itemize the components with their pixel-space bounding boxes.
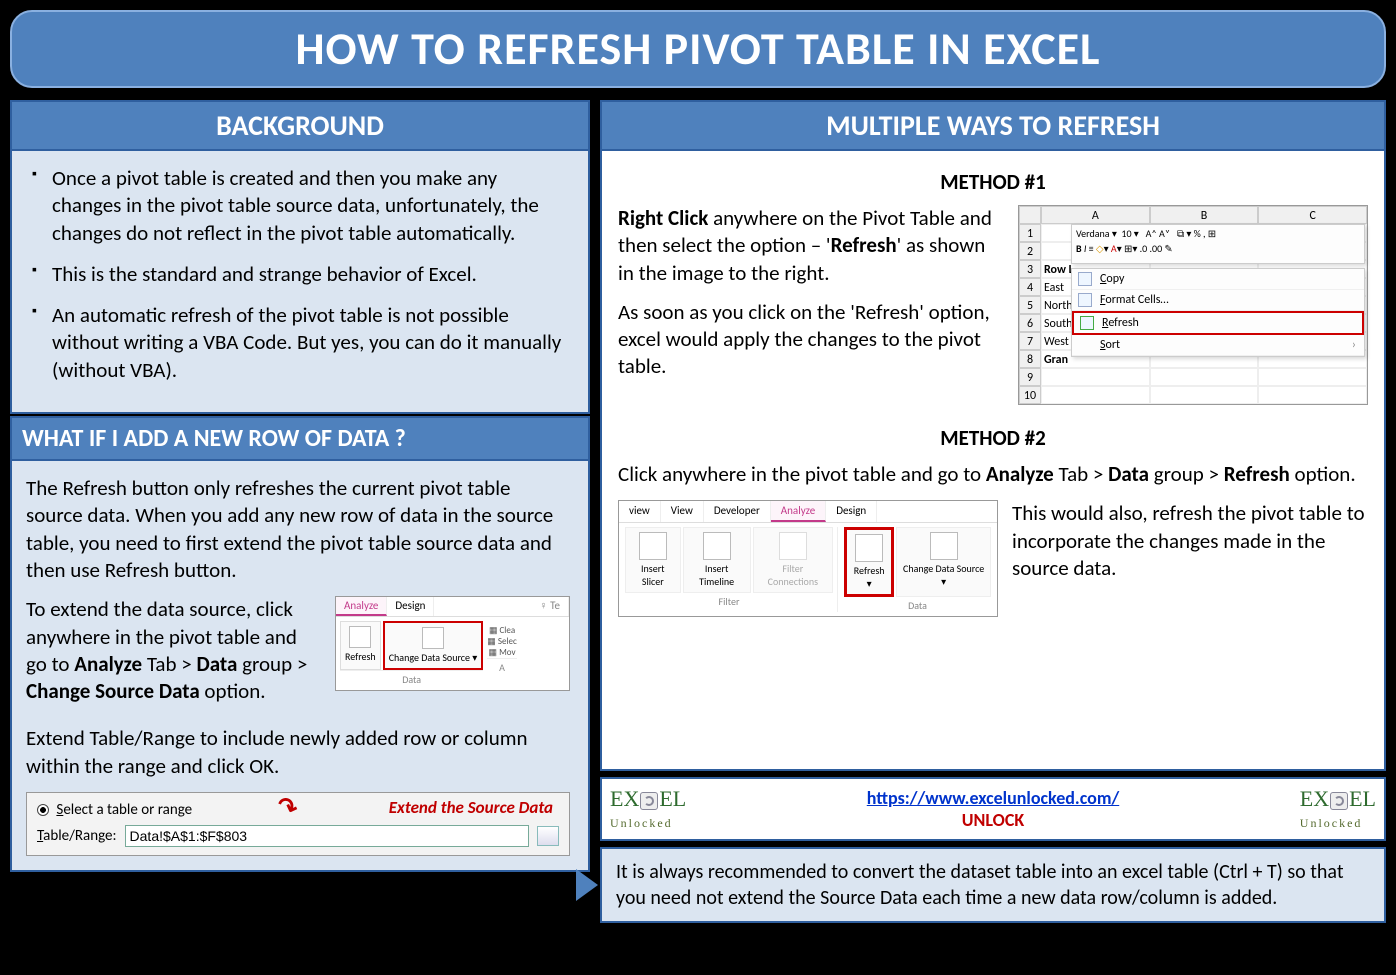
table-range-label: Table/Range:: [37, 827, 117, 845]
bg-bullet-1: Once a pivot table is created and then y…: [26, 165, 570, 247]
ribbon-tab-analyze[interactable]: Analyze: [336, 597, 387, 616]
method2-label: METHOD #2: [618, 425, 1368, 451]
bg-bullet-2: This is the standard and strange behavio…: [26, 261, 570, 288]
branding-row: EXELUnlocked https://www.excelunlocked.c…: [600, 777, 1386, 841]
mini-toolbar[interactable]: Verdana ▾ 10 ▾ A˄ A˅ ⧉ ▾ % , ⊞ B I ≡ ◇▾ …: [1071, 224, 1365, 264]
slicer-icon: [639, 532, 667, 560]
brand-logo-right: EXELUnlocked: [1300, 789, 1376, 830]
ctx-copy[interactable]: Copy: [1072, 269, 1364, 290]
range-picker-icon[interactable]: [537, 826, 559, 846]
multiple-ways-heading: MULTIPLE WAYS TO REFRESH: [600, 100, 1386, 151]
ctx-refresh[interactable]: Refresh: [1072, 311, 1364, 335]
change-data-source-button[interactable]: Change Data Source ▾: [896, 527, 991, 597]
method1-label: METHOD #1: [618, 169, 1368, 195]
ribbon-group-actions-label: A: [487, 658, 517, 674]
filter-connections-icon: [779, 532, 807, 560]
context-menu: Copy Format Cells… Refresh Sort: [1071, 268, 1365, 357]
background-panel: Once a pivot table is created and then y…: [10, 151, 590, 414]
tip-arrow-icon: [576, 869, 598, 901]
brand-logo-left: EXELUnlocked: [610, 789, 686, 830]
page: HOW TO REFRESH PIVOT TABLE IN EXCEL BACK…: [0, 0, 1396, 975]
insert-slicer-button[interactable]: Insert Slicer: [625, 527, 681, 593]
select-range-label: elect a table or range: [63, 801, 192, 819]
brand-url-link[interactable]: https://www.excelunlocked.com/: [867, 787, 1119, 809]
background-heading: BACKGROUND: [10, 100, 590, 151]
refresh-icon: [1080, 316, 1094, 330]
page-title: HOW TO REFRESH PIVOT TABLE IN EXCEL: [295, 21, 1100, 77]
ribbon-change-data-source-button[interactable]: Change Data Source ▾: [383, 621, 484, 670]
change-data-source-screenshot: Analyze Design ♀ Te Refresh Change Data …: [335, 596, 570, 691]
left-column: BACKGROUND Once a pivot table is created…: [10, 100, 590, 965]
ribbon-tab-design[interactable]: Design: [826, 501, 877, 522]
ctx-format-cells[interactable]: Format Cells…: [1072, 290, 1364, 311]
m2-para-1: Click anywhere in the pivot table and go…: [618, 461, 1368, 488]
select-range-dialog: ↷ Extend the Source Data Select a table …: [26, 792, 570, 856]
ribbon-tab-analyze[interactable]: Analyze: [771, 501, 826, 522]
change-data-source-icon: [930, 532, 958, 560]
ribbon-refresh-button[interactable]: Refresh: [340, 621, 381, 670]
ribbon-tab-review[interactable]: view: [619, 501, 661, 522]
change-data-source-icon: [422, 627, 444, 649]
ribbon-group-filter-label: Filter: [719, 595, 740, 608]
method1-screenshot: A B C 12345678910 Row L East5023098: [1018, 205, 1368, 405]
m2-para-2: This would also, refresh the pivot table…: [1012, 500, 1368, 582]
title-bar: HOW TO REFRESH PIVOT TABLE IN EXCEL: [10, 10, 1386, 88]
refresh-icon: [855, 534, 883, 562]
tip-text: It is always recommended to convert the …: [616, 860, 1344, 910]
annotation-text: Extend the Source Data: [389, 797, 553, 818]
lock-icon: [640, 792, 658, 810]
copy-icon: [1078, 272, 1092, 286]
ctx-sort[interactable]: Sort: [1072, 335, 1364, 356]
refresh-button[interactable]: Refresh ▾: [844, 527, 894, 597]
ribbon-group-data-label: Data: [908, 599, 927, 612]
new-row-panel: The Refresh button only refreshes the cu…: [10, 461, 590, 872]
lock-icon: [1330, 792, 1348, 810]
m1-para-1: Right Click anywhere on the Pivot Table …: [618, 205, 1004, 287]
col-header-b[interactable]: B: [1150, 206, 1259, 224]
ribbon-tab-view[interactable]: View: [661, 501, 704, 522]
brand-unlock-text: UNLOCK: [962, 809, 1024, 831]
annotation-arrow: ↷: [273, 790, 302, 824]
refresh-icon: [349, 626, 371, 648]
methods-panel: METHOD #1 Right Click anywhere on the Pi…: [600, 151, 1386, 771]
filter-connections-button[interactable]: Filter Connections: [753, 527, 833, 593]
nr-para-1: The Refresh button only refreshes the cu…: [26, 475, 570, 584]
m1-para-2: As soon as you click on the 'Refresh' op…: [618, 299, 1004, 381]
ribbon-tab-developer[interactable]: Developer: [704, 501, 771, 522]
ribbon-tab-design[interactable]: Design: [387, 597, 434, 616]
timeline-icon: [703, 532, 731, 560]
col-header-c[interactable]: C: [1258, 206, 1367, 224]
format-cells-icon: [1078, 293, 1092, 307]
bg-bullet-3: An automatic refresh of the pivot table …: [26, 302, 570, 384]
radio-icon[interactable]: [37, 804, 49, 816]
new-row-heading: WHAT IF I ADD A NEW ROW OF DATA ?: [10, 416, 590, 461]
nr-para-2: To extend the data source, click anywher…: [26, 596, 321, 705]
right-column: MULTIPLE WAYS TO REFRESH METHOD #1 Right…: [600, 100, 1386, 965]
col-header-a[interactable]: A: [1041, 206, 1150, 224]
table-range-input[interactable]: [125, 825, 529, 847]
nr-para-3: Extend Table/Range to include newly adde…: [26, 725, 570, 780]
insert-timeline-button[interactable]: Insert Timeline: [683, 527, 751, 593]
tip-box: It is always recommended to convert the …: [600, 847, 1386, 923]
ribbon-group-data-label: Data: [340, 670, 483, 686]
method2-screenshot: view View Developer Analyze Design Inser…: [618, 500, 998, 617]
